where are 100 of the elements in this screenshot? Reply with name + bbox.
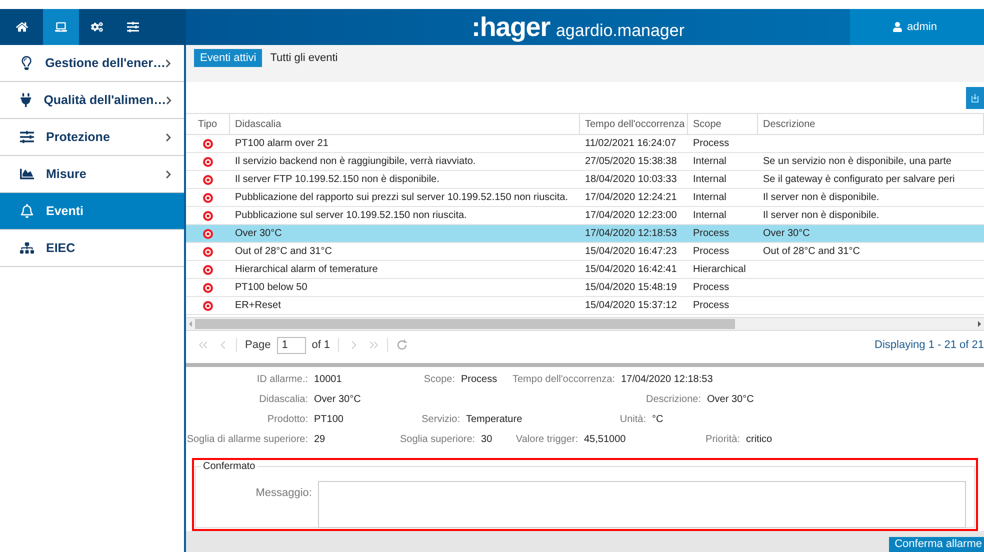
column-header[interactable]: Tempo dell'occorrenza xyxy=(580,114,688,134)
table-cell-text: 27/05/2020 15:38:38 xyxy=(585,155,677,169)
table-cell-text: 17/04/2020 12:23:00 xyxy=(585,209,677,223)
table-cell-text: Out of 28°C and 31°C xyxy=(763,245,860,259)
table-cell-text: Internal xyxy=(693,173,726,187)
table-row[interactable]: Over 30°C 17/04/2020 12:18:53 Process Over 30°C xyxy=(186,225,984,243)
user-menu[interactable]: admin xyxy=(850,9,984,45)
table-cell-text: Il server non è disponibile. xyxy=(763,209,880,223)
table-cell-text: 15/04/2020 15:37:12 xyxy=(585,299,677,313)
chevron-icon xyxy=(165,58,172,68)
scroll-left-icon xyxy=(189,321,192,327)
field-label: Scope: xyxy=(424,374,455,386)
table-cell-text: Se un servizio non è disponibile, una parte xyxy=(763,155,952,169)
tab[interactable]: Tutti gli eventi xyxy=(264,49,344,67)
lightbulb-icon xyxy=(20,56,34,70)
field-value: 17/04/2020 12:18:53 xyxy=(621,374,713,386)
table-cell-text: Process xyxy=(693,281,730,295)
page-label: Page xyxy=(245,338,271,353)
table-cell-text: Hierarchical xyxy=(693,263,746,277)
table-cell-text: Process xyxy=(693,137,730,151)
column-header[interactable]: Descrizione xyxy=(758,114,984,134)
table-cell-text: 15/04/2020 16:42:41 xyxy=(585,263,677,277)
table-cell-text: Over 30°C xyxy=(763,227,810,241)
confirm-alarm-button[interactable]: Conferma allarme xyxy=(888,537,984,552)
table-cell-text: PT100 alarm over 21 xyxy=(235,137,328,151)
home-icon xyxy=(16,21,28,33)
table-cell-text: PT100 below 50 xyxy=(235,281,308,295)
table-cell-text: Out of 28°C and 31°C xyxy=(235,245,332,259)
scroll-right-icon xyxy=(978,321,981,327)
laptop-icon xyxy=(55,21,67,33)
table-cell-text: 17/04/2020 12:24:21 xyxy=(585,191,677,205)
scrollbar-thumb[interactable] xyxy=(195,319,735,329)
plug-icon xyxy=(20,93,32,107)
hierarchy-icon xyxy=(20,241,34,255)
field-label: Descrizione: xyxy=(646,394,701,406)
message-field[interactable] xyxy=(318,481,966,528)
field-value: Temperature xyxy=(466,414,522,426)
area-chart-icon xyxy=(20,167,34,181)
tab[interactable]: Eventi attivi xyxy=(194,49,262,67)
table-cell-text: Process xyxy=(693,299,730,313)
bell-icon xyxy=(20,204,34,218)
field-label: Soglia superiore: xyxy=(400,434,476,446)
sliders-icon xyxy=(127,21,139,33)
table-cell-text: 15/04/2020 16:47:23 xyxy=(585,245,677,259)
export-button[interactable] xyxy=(966,86,984,108)
field-value: °C xyxy=(652,414,664,426)
chevron-icon xyxy=(165,132,172,142)
table-cell-text: Internal xyxy=(693,191,726,205)
export-icon xyxy=(971,92,979,102)
table-cell-text: 15/04/2020 15:48:19 xyxy=(585,281,677,295)
table-cell-text: Over 30°C xyxy=(235,227,282,241)
horizontal-scrollbar[interactable] xyxy=(186,317,984,331)
table-cell-text: Se il gateway è configurato per salvare peri xyxy=(763,173,955,187)
table-cell-text: 17/04/2020 12:18:53 xyxy=(585,227,677,241)
table-cell-text: Il servizio backend non è raggiungibile, verrà riavviato. xyxy=(235,155,476,169)
field-label: Prodotto: xyxy=(267,414,308,426)
sidebar-item[interactable]: Eventi xyxy=(0,193,184,230)
product-title: agardio.manager xyxy=(556,22,684,38)
column-header[interactable]: Tipo xyxy=(186,114,230,134)
field-label: Messaggio: xyxy=(256,486,312,501)
field-value: PT100 xyxy=(314,414,344,426)
field-value: 30 xyxy=(481,434,492,446)
page-count: of 1 xyxy=(312,338,330,353)
chevron-icon xyxy=(166,96,172,104)
field-label: Valore trigger: xyxy=(516,434,578,446)
field-label: Servizio: xyxy=(422,414,460,426)
nav-tab[interactable] xyxy=(43,9,79,45)
table-cell-text: Internal xyxy=(693,155,726,169)
table-cell-text: Process xyxy=(693,245,730,259)
field-label: Soglia di allarme superiore: xyxy=(186,434,308,446)
table-cell-text: Il server non è disponibile. xyxy=(763,191,880,205)
field-label: Didascalia: xyxy=(259,394,308,406)
column-header[interactable]: Scope xyxy=(688,114,758,134)
user-icon xyxy=(893,22,902,32)
table-cell-text: 18/04/2020 10:03:33 xyxy=(585,173,677,187)
user-name: admin xyxy=(907,20,937,35)
table-cell-text: Il server FTP 10.199.52.150 non è disponibile. xyxy=(235,173,440,187)
field-value: Over 30°C xyxy=(314,394,361,406)
table-cell-text: ER+Reset xyxy=(235,299,281,313)
column-header[interactable]: Didascalia xyxy=(230,114,580,134)
brand-logo: :hager xyxy=(472,14,550,40)
field-value: 29 xyxy=(314,434,326,446)
refresh-icon[interactable] xyxy=(396,339,408,351)
field-value: 10001 xyxy=(314,374,342,386)
gears-icon xyxy=(91,21,103,33)
field-value: critico xyxy=(746,434,772,446)
table-cell-text: Hierarchical alarm of temerature xyxy=(235,263,378,277)
chevron-icon xyxy=(165,170,172,178)
field-value: Over 30°C xyxy=(707,394,754,406)
table-cell-text: Pubblicazione sul server 10.199.52.150 non riuscita. xyxy=(235,209,467,223)
table-cell-text: Internal xyxy=(693,209,726,223)
field-value: 45,51000 xyxy=(584,434,626,446)
field-label: Unità: xyxy=(620,414,646,426)
table-cell-text: 11/02/2021 16:24:07 xyxy=(585,137,676,151)
field-label: Priorità: xyxy=(706,434,740,446)
table-cell-text: Pubblicazione del rapporto sui prezzi sul server 10.199.52.150 non riuscita. xyxy=(235,191,568,205)
sliders-icon xyxy=(20,130,34,144)
field-label: ID allarme.: xyxy=(256,374,308,386)
page-input[interactable]: 1 xyxy=(276,336,306,354)
field-label: Tempo dell'occorrenza: xyxy=(512,374,615,386)
